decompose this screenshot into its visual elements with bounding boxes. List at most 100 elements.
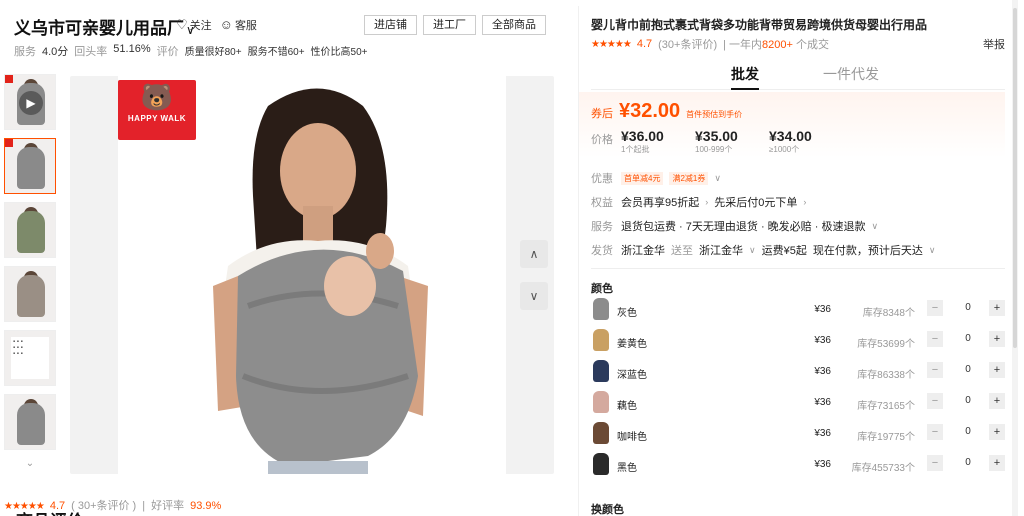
chat-icon: ☺ (219, 17, 233, 32)
thumbnail-back[interactable] (4, 202, 56, 258)
customer-service-button[interactable]: ☺ 客服 (220, 17, 257, 33)
quantity-stepper: − 0 + (921, 362, 1005, 380)
variant-swatch[interactable] (593, 422, 609, 444)
variant-row: 灰色 ¥36 库存8348个 − 0 + (591, 295, 1005, 326)
service-score: 4.0分 (42, 46, 69, 58)
thumbnails-scroll-down-icon[interactable]: ⌄ (4, 458, 56, 472)
quantity-input[interactable]: 0 (949, 333, 987, 344)
variant-swatch[interactable] (593, 453, 609, 475)
variant-swatch[interactable] (593, 329, 609, 351)
variant-name: 深蓝色 (617, 370, 647, 381)
promo-badge[interactable]: 首单减4元 (621, 171, 664, 185)
tier-qty: ≥1000个 (769, 145, 800, 154)
quantity-input[interactable]: 0 (949, 395, 987, 406)
increment-button[interactable]: + (989, 300, 1005, 316)
variant-name: 藕色 (617, 401, 637, 412)
variant-stock: 库存73165个 (857, 401, 915, 412)
play-icon: ▶ (19, 91, 43, 115)
chevron-down-icon[interactable]: ∨ (871, 221, 878, 232)
shipping-row: 发货 浙江金华 送至 浙江金华 ∨ 运费¥5起 现在付款，预计后天达 ∨ (591, 238, 1005, 262)
variant-stock: 库存86338个 (857, 370, 915, 381)
promo-badge[interactable]: 满2减1券 (669, 171, 709, 185)
service-value[interactable]: 退货包运费 · 7天无理由退货 · 晚发必赔 · 极速退款 (621, 218, 865, 234)
thumbnail-video[interactable]: ▶ (4, 74, 56, 130)
main-product-image: 🐻 HAPPY WALK ∧ ∨ (70, 76, 554, 474)
quantity-input[interactable]: 0 (949, 302, 987, 313)
variant-name: 灰色 (617, 308, 637, 319)
image-prev-button[interactable]: ∧ (520, 240, 548, 268)
repeat-rate-label: 回头率 (74, 46, 108, 58)
quantity-input[interactable]: 0 (949, 426, 987, 437)
rights-row: 权益 会员再享95折起 › 先采后付0元下单 › (591, 190, 1005, 214)
variant-stock: 库存8348个 (862, 308, 915, 319)
rights-value[interactable]: 会员再享95折起 (621, 194, 699, 210)
price-tier: ¥35.00 100-999个 (695, 128, 769, 155)
variant-price: ¥36 (814, 459, 831, 470)
thumbnail-side[interactable] (4, 266, 56, 322)
variant-stock: 库存53699个 (857, 339, 915, 350)
increment-button[interactable]: + (989, 393, 1005, 409)
image-next-button[interactable]: ∨ (520, 282, 548, 310)
quantity-input[interactable]: 0 (949, 364, 987, 375)
variant-row: 黑色 ¥36 库存455733个 − 0 + (591, 450, 1005, 481)
thumbnail-infographic[interactable]: ▪ ▪ ▪ ▪ ▪ ▪ ▪ ▪ ▪ (4, 330, 56, 386)
thumb-figure (17, 147, 45, 189)
chevron-right-icon: › (705, 197, 709, 207)
quantity-stepper: − 0 + (921, 300, 1005, 318)
thumbnail-model[interactable] (4, 394, 56, 450)
decrement-button[interactable]: − (927, 300, 943, 316)
enter-shop-button[interactable]: 进店铺 (364, 15, 417, 35)
scrollbar-thumb[interactable] (1013, 8, 1017, 348)
variant-swatch[interactable] (593, 360, 609, 382)
decrement-button[interactable]: − (927, 393, 943, 409)
service-label: 服务 (591, 221, 613, 233)
increment-button[interactable]: + (989, 424, 1005, 440)
shop-name[interactable]: 义乌市可亲婴儿用品厂 ∨ (14, 14, 195, 39)
follow-button[interactable]: ♡ 关注 (176, 17, 212, 33)
report-link[interactable]: 举报 (983, 36, 1005, 52)
decrement-button[interactable]: − (927, 424, 943, 440)
enter-factory-button[interactable]: 进工厂 (423, 15, 476, 35)
panel-scrollbar[interactable] (1012, 0, 1018, 516)
ship-to-selector[interactable]: 浙江金华 (699, 242, 743, 258)
quantity-stepper: − 0 + (921, 424, 1005, 442)
divider (591, 268, 1005, 269)
variant-price: ¥36 (814, 397, 831, 408)
chevron-down-icon[interactable]: ∨ (929, 245, 936, 256)
tab-dropship[interactable]: 一件代发 (823, 64, 879, 84)
tier-price: ¥35.00 (695, 128, 738, 144)
chevron-down-icon[interactable]: ∨ (749, 245, 756, 256)
shop-stats: 服务 4.0分 回头率 51.16% 评价 质量很好80+ 服务不错60+ 性价… (14, 43, 368, 59)
tab-wholesale[interactable]: 批发 (731, 64, 759, 90)
color-section-title: 颜色 (591, 283, 613, 295)
decrement-button[interactable]: − (927, 362, 943, 378)
increment-button[interactable]: + (989, 362, 1005, 378)
service-row: 服务 退货包运费 · 7天无理由退货 · 晚发必赔 · 极速退款 ∨ (591, 214, 1005, 238)
price-box: 券后 ¥32.00 首件预估到手价 价格 ¥36.00 1个起批 ¥35.00 … (579, 92, 1005, 158)
tier-price: ¥36.00 (621, 128, 664, 144)
thumbnail-front[interactable] (4, 138, 56, 194)
service-label: 客服 (234, 20, 257, 32)
sold-suffix: 个成交 (796, 39, 830, 51)
promo-label: 优惠 (591, 173, 613, 185)
increment-button[interactable]: + (989, 455, 1005, 471)
price-label: 价格 (591, 134, 613, 146)
decrement-button[interactable]: − (927, 455, 943, 471)
variant-list: 灰色 ¥36 库存8348个 − 0 + 姜黄色 ¥36 库存53699个 − … (591, 295, 1005, 481)
increment-button[interactable]: + (989, 331, 1005, 347)
quantity-stepper: − 0 + (921, 331, 1005, 349)
quantity-input[interactable]: 0 (949, 457, 987, 468)
rating-count[interactable]: (30+条评价) (658, 36, 717, 52)
brand-logo-text: HAPPY WALK (127, 114, 187, 123)
ship-from: 浙江金华 (621, 245, 665, 257)
left-column: 义乌市可亲婴儿用品厂 ∨ ♡ 关注 ☺ 客服 进店铺 进工厂 全部商品 服务 4.0分… (0, 0, 560, 516)
variant-stock: 库存19775个 (857, 432, 915, 443)
follow-label: 关注 (189, 20, 212, 32)
decrement-button[interactable]: − (927, 331, 943, 347)
all-products-button[interactable]: 全部商品 (482, 15, 546, 35)
thumbnail-strip: ▶ ▪ ▪ ▪ ▪ ▪ ▪ ▪ ▪ ▪ ⌄ (4, 74, 60, 472)
rights-value-2[interactable]: 先采后付0元下单 (714, 194, 797, 210)
variant-swatch[interactable] (593, 298, 609, 320)
variant-swatch[interactable] (593, 391, 609, 413)
chevron-down-icon[interactable]: ∨ (714, 173, 721, 184)
